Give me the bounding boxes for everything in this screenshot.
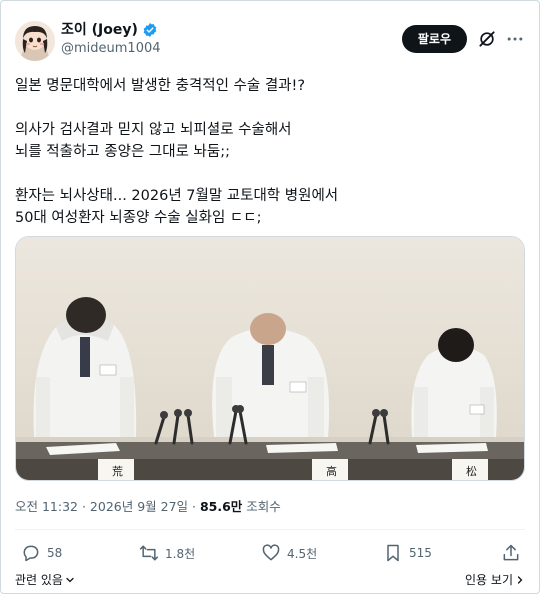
press-conference-image: 荒 高 松 (16, 237, 524, 480)
grok-icon[interactable] (477, 29, 497, 49)
more-options-icon[interactable] (505, 29, 525, 49)
views-count: 85.6만 (199, 499, 243, 514)
user-info: 조이 (Joey) @mideum1004 (61, 21, 161, 59)
nameplate-3: 松 (466, 464, 477, 478)
chevron-down-icon (66, 577, 74, 582)
tweet-line: 뇌를 적출하고 종양은 그대로 놔둠;; (15, 144, 230, 160)
like-count: 4.5천 (287, 546, 318, 561)
verified-badge-icon (143, 23, 157, 37)
follow-button[interactable]: 팔로우 (401, 25, 467, 53)
repost-button[interactable]: 1.8천 (139, 541, 195, 565)
heart-icon (262, 544, 280, 561)
view-quotes-link[interactable]: 인용 보기 (465, 571, 525, 588)
reply-button[interactable]: 58 (21, 541, 62, 565)
tweet-line: 의사가 검사결과 믿지 않고 뇌피셜로 수술해서 (15, 122, 292, 138)
divider (15, 529, 525, 530)
share-button[interactable] (501, 541, 521, 565)
reply-icon (23, 545, 39, 562)
nameplate-2: 高 (326, 464, 337, 478)
action-bar: 58 1.8천 4.5천 515 (15, 541, 525, 565)
repost-icon (139, 545, 159, 561)
post-footer: 관련 있음 인용 보기 (15, 571, 525, 589)
tweet-line: 50대 여성환자 뇌종양 수술 실화임 ㄷㄷ; (15, 210, 262, 226)
chevron-right-icon (517, 575, 523, 584)
reply-count: 58 (47, 546, 63, 560)
meta-separator: · (188, 499, 200, 514)
post-header: 조이 (Joey) @mideum1004 팔로우 (15, 19, 525, 63)
tweet-line: 환자는 뇌사상태... 2026년 7월말 교토대학 병원에서 (15, 188, 339, 204)
repost-count: 1.8천 (165, 546, 196, 561)
bookmark-button[interactable]: 515 (383, 541, 432, 565)
display-name-row[interactable]: 조이 (Joey) (61, 21, 161, 39)
display-name[interactable]: 조이 (Joey) (61, 21, 138, 39)
post-meta: 오전 11:32 · 2026년 9월 27일 · 85.6만 조회수 (15, 498, 281, 516)
like-button[interactable]: 4.5천 (261, 541, 317, 565)
post-timestamp[interactable]: 오전 11:32 · 2026년 9월 27일 (15, 499, 188, 514)
tweet-photo[interactable]: 荒 高 松 (15, 236, 525, 481)
post-card: 조이 (Joey) @mideum1004 팔로우 일본 명문대학에서 발생한 … (0, 0, 540, 594)
tweet-text: 일본 명문대학에서 발생한 충격적인 수술 결과!? 의사가 검사결과 믿지 않… (15, 75, 525, 229)
avatar[interactable] (15, 21, 55, 61)
share-icon (503, 544, 519, 561)
bookmark-count: 515 (409, 546, 432, 560)
nameplate-1: 荒 (112, 465, 123, 478)
views-label: 조회수 (246, 499, 281, 514)
user-handle[interactable]: @mideum1004 (61, 39, 161, 59)
quotes-label: 인용 보기 (465, 573, 513, 587)
tweet-line: 일본 명문대학에서 발생한 충격적인 수술 결과!? (15, 78, 306, 94)
related-dropdown[interactable]: 관련 있음 (15, 571, 75, 588)
bookmark-icon (387, 544, 399, 562)
related-label: 관련 있음 (15, 573, 63, 587)
avatar-image (15, 21, 55, 61)
